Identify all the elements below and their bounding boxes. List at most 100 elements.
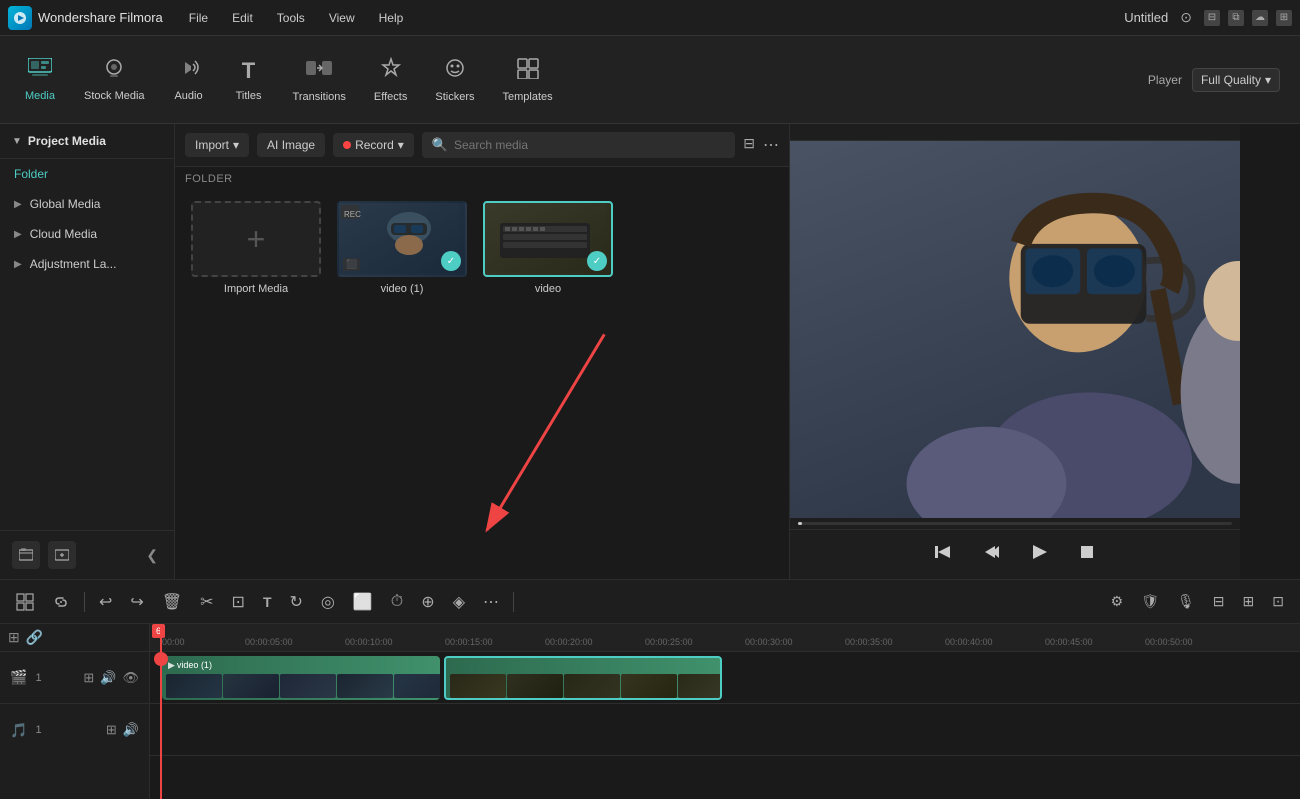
crop-btn[interactable]: ⊡ <box>226 588 251 616</box>
audio-add-btn[interactable]: ⊞ <box>106 722 117 738</box>
toolbar-item-audio[interactable]: Audio <box>159 50 219 110</box>
video-1-label: video (1) <box>381 283 424 295</box>
toolbar-item-titles[interactable]: T Titles <box>219 50 279 110</box>
sidebar-item-adjustment[interactable]: ▶ Adjustment La... <box>0 249 174 279</box>
delete-btn[interactable]: 🗑 <box>156 588 188 616</box>
tl-separator-1 <box>84 592 85 612</box>
play-button[interactable] <box>1025 538 1053 571</box>
search-input[interactable] <box>454 138 725 152</box>
audio-volume-btn[interactable]: 🔊 <box>123 722 139 738</box>
freeze-btn[interactable]: ⬜ <box>347 588 379 616</box>
video-eye-btn[interactable]: 👁 <box>122 670 139 686</box>
menu-help[interactable]: Help <box>369 7 414 29</box>
add-track-btn[interactable]: ⊞ <box>8 629 20 646</box>
tl-fullscreen-btn[interactable]: ⊡ <box>1266 589 1290 614</box>
add-media-btn[interactable] <box>48 541 76 569</box>
record-dot-icon <box>343 141 351 149</box>
video-volume-btn[interactable]: 🔊 <box>100 670 116 686</box>
sidebar-arrow-icon: ▶ <box>14 199 22 210</box>
tl-merge-btn[interactable]: ⊞ <box>1237 589 1261 614</box>
frame-back-button[interactable] <box>977 538 1005 571</box>
video-2-thumb: ✓ <box>483 201 613 277</box>
sidebar-cloud-label: Cloud Media <box>30 227 97 241</box>
text-btn[interactable]: T <box>257 590 278 614</box>
video-clip-1[interactable]: ▶ video (1) <box>162 656 440 700</box>
stickers-label: Stickers <box>435 91 474 103</box>
toolbar-item-transitions[interactable]: Transitions <box>279 49 360 111</box>
ai-image-button[interactable]: AI Image <box>257 133 325 157</box>
sidebar-folder-item[interactable]: Folder <box>0 159 174 189</box>
video-clip-2[interactable]: ▶ video <box>444 656 722 700</box>
motion-btn[interactable]: ◎ <box>315 588 341 616</box>
cut-btn[interactable]: ✂ <box>194 588 219 616</box>
toolbar-item-templates[interactable]: Templates <box>488 49 566 111</box>
video-1-check: ✓ <box>441 251 461 271</box>
keyframe-btn[interactable]: ⊕ <box>415 588 440 616</box>
toolbar-item-stickers[interactable]: Stickers <box>421 49 488 111</box>
speed-btn[interactable]: ⏱ <box>385 589 409 615</box>
window-btn-1[interactable]: ⊟ <box>1204 10 1220 26</box>
toolbar-item-media[interactable]: Media <box>10 50 70 110</box>
toolbar-item-effects[interactable]: Effects <box>360 49 421 111</box>
tl-settings-btn[interactable]: ⚙ <box>1105 589 1130 614</box>
sidebar-collapse-btn[interactable]: ❮ <box>142 543 162 568</box>
timeline-layout-btn[interactable] <box>10 589 40 615</box>
filter-icon[interactable]: ⊟ <box>743 135 755 155</box>
clip-1-label: video (1) <box>177 660 212 670</box>
progress-bar[interactable] <box>798 522 1232 525</box>
window-btn-2[interactable]: ⧉ <box>1228 10 1244 26</box>
timeline-link-btn[interactable] <box>46 589 76 615</box>
timeline-area: ↩ ↪ 🗑 ✂ ⊡ T ↻ ◎ ⬜ ⏱ ⊕ ◈ ⋯ ⚙ 🛡 🎙 ⊟ ⊞ ⊡ ⊞ … <box>0 579 1300 799</box>
tl-layout2-btn[interactable]: ⊟ <box>1207 589 1231 614</box>
sidebar-global-label: Global Media <box>30 197 101 211</box>
stop-button[interactable] <box>1073 538 1101 571</box>
project-title: Untitled <box>1124 10 1168 25</box>
menu-view[interactable]: View <box>319 7 365 29</box>
plus-icon: + <box>247 221 266 258</box>
video-2-item[interactable]: ✓ video <box>483 201 613 295</box>
project-media-header[interactable]: ▼ Project Media <box>0 124 174 159</box>
undo-btn[interactable]: ↩ <box>93 588 118 616</box>
sidebar-item-global[interactable]: ▶ Global Media <box>0 189 174 219</box>
app-name-label: Wondershare Filmora <box>38 10 163 25</box>
more-tl-btn[interactable]: ⋯ <box>477 588 505 616</box>
more-icon[interactable]: ⋯ <box>763 135 779 155</box>
preview-controls <box>790 529 1240 579</box>
video-add-btn[interactable]: ⊞ <box>83 670 94 686</box>
ai-image-label: AI Image <box>267 138 315 152</box>
import-media-item[interactable]: + Import Media <box>191 201 321 295</box>
tl-shield-btn[interactable]: 🛡 <box>1135 589 1165 614</box>
window-btn-3[interactable]: ☁ <box>1252 10 1268 26</box>
video-1-item[interactable]: REC ✓ ⬛ video (1) <box>337 201 467 295</box>
import-label: Import <box>195 138 229 152</box>
sidebar-item-cloud[interactable]: ▶ Cloud Media <box>0 219 174 249</box>
stickers-icon <box>443 57 467 85</box>
titles-label: Titles <box>236 90 262 102</box>
rotate-btn[interactable]: ↻ <box>284 588 309 616</box>
timeline-ruler: 6 00:00 00:00:05:00 00:00:10:00 00:00:15… <box>150 624 1300 652</box>
record-button[interactable]: Record ▾ <box>333 133 414 157</box>
menu-file[interactable]: File <box>179 7 218 29</box>
new-folder-btn[interactable] <box>12 541 40 569</box>
media-icon <box>28 58 52 84</box>
menu-items: File Edit Tools View Help <box>179 7 414 29</box>
effects-icon <box>379 57 403 85</box>
redo-btn[interactable]: ↪ <box>124 588 149 616</box>
menu-edit[interactable]: Edit <box>222 7 263 29</box>
toolbar-right: Player Full Quality ▾ <box>1148 68 1290 92</box>
link-track-btn[interactable]: 🔗 <box>26 629 43 646</box>
timeline-toolbar: ↩ ↪ 🗑 ✂ ⊡ T ↻ ◎ ⬜ ⏱ ⊕ ◈ ⋯ ⚙ 🛡 🎙 ⊟ ⊞ ⊡ <box>0 580 1300 624</box>
import-button[interactable]: Import ▾ <box>185 133 249 157</box>
playhead-number: 6 <box>152 624 165 638</box>
svg-text:REC: REC <box>344 210 361 219</box>
menu-tools[interactable]: Tools <box>267 7 315 29</box>
media-toolbar-end: ⊟ ⋯ <box>743 135 779 155</box>
tl-mic-btn[interactable]: 🎙 <box>1171 589 1201 614</box>
project-media-label: Project Media <box>28 134 106 148</box>
window-btn-4[interactable]: ⊞ <box>1276 10 1292 26</box>
player-label: Player <box>1148 73 1182 87</box>
toolbar-item-stock[interactable]: Stock Media <box>70 50 159 110</box>
step-back-button[interactable] <box>929 538 957 571</box>
quality-dropdown[interactable]: Full Quality ▾ <box>1192 68 1280 92</box>
color-btn[interactable]: ◈ <box>447 588 471 616</box>
